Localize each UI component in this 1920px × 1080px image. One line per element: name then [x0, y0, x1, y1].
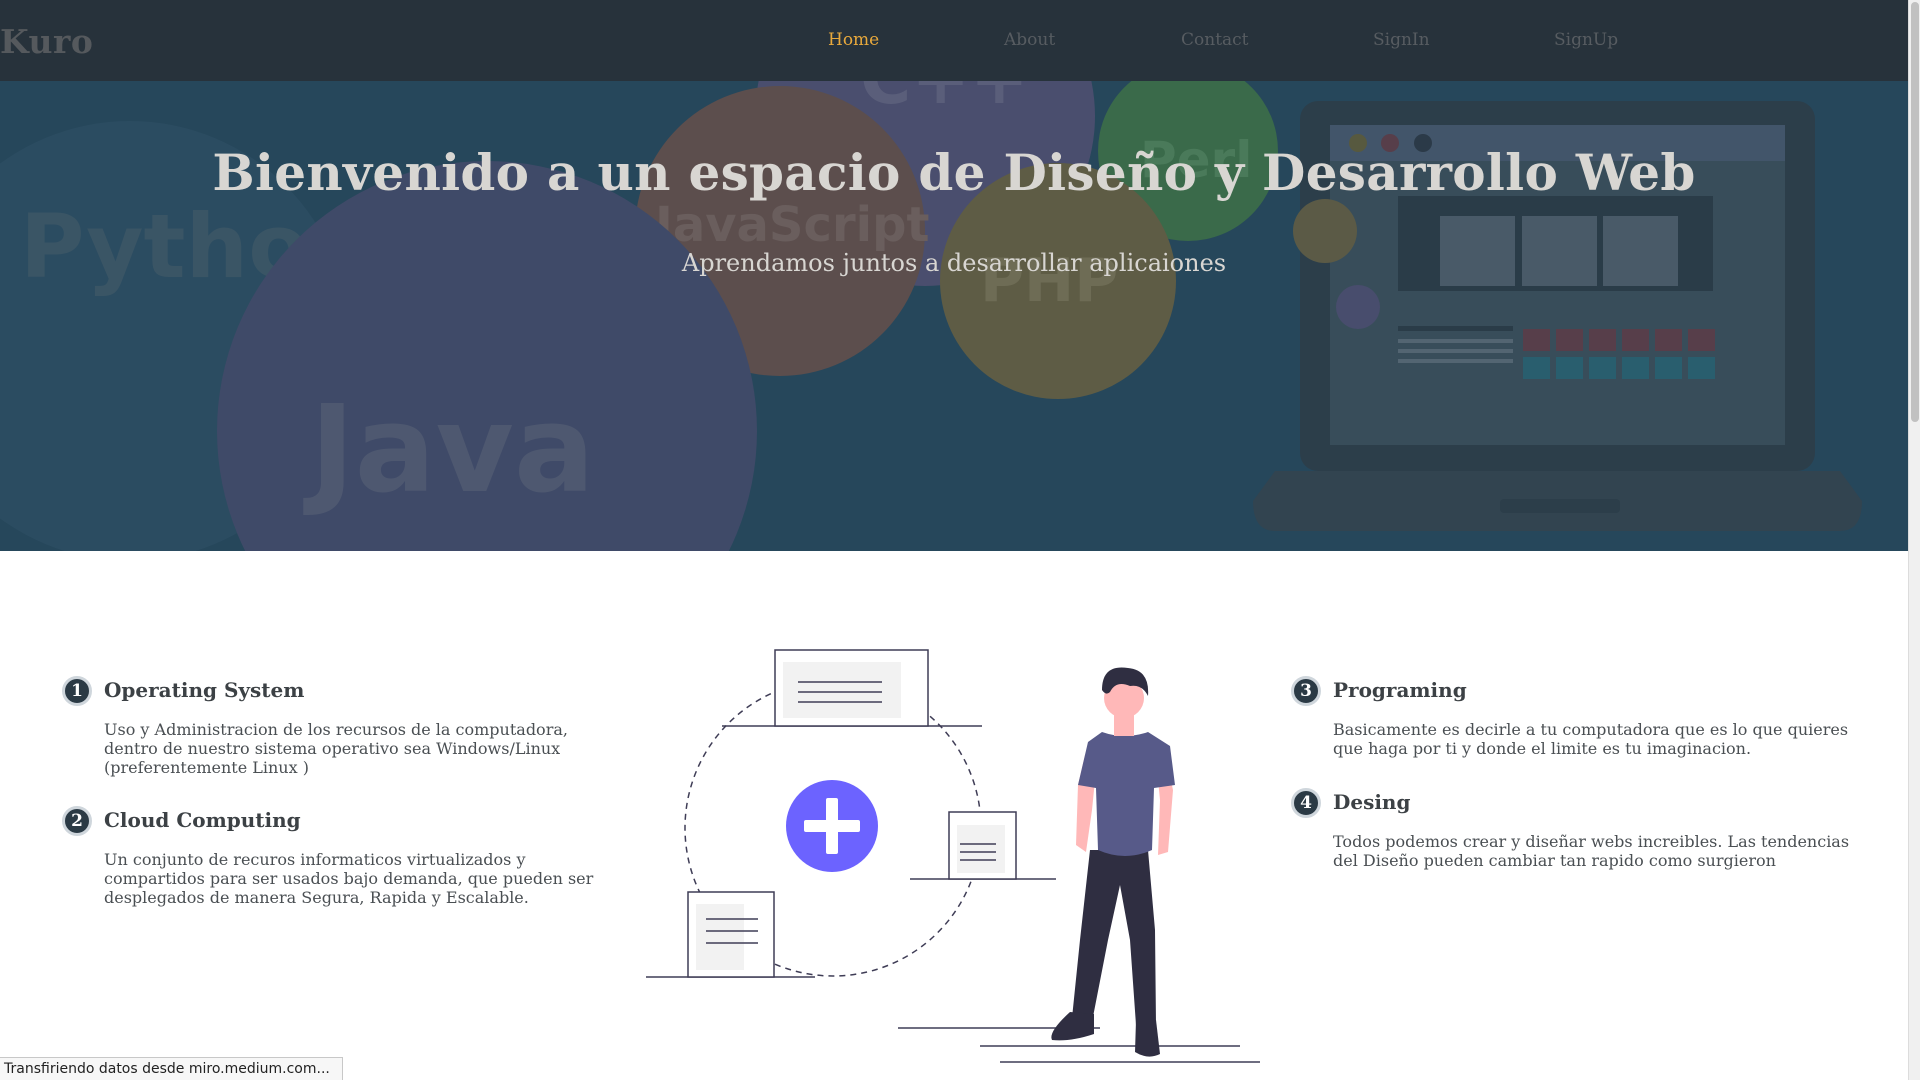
feature-description: Basicamente es decirle a tu computadora … [1333, 720, 1849, 758]
feature-description: Todos podemos crear y diseñar webs incre… [1333, 832, 1850, 870]
bg-word-javascript: JavaScript [652, 197, 929, 253]
bg-word-java: Java [303, 381, 595, 520]
feature-description: Uso y Administracion de los recursos de … [104, 720, 568, 777]
feature-description: Un conjunto de recuros informaticos virt… [104, 850, 594, 907]
nav-link-about[interactable]: About [1004, 30, 1055, 50]
bg-word-cpp: C++ [860, 81, 1029, 120]
vertical-scrollbar[interactable] [1908, 0, 1920, 1080]
scrollbar-thumb[interactable] [1911, 2, 1919, 422]
feature-number-badge: 2 [62, 806, 92, 836]
feature-number-badge: 4 [1291, 788, 1321, 818]
nav-link-signin[interactable]: SignIn [1373, 30, 1430, 50]
feature-number-badge: 1 [62, 676, 92, 706]
feature-title: Operating System [104, 678, 305, 702]
navbar: Kuro Home About Contact SignIn SignUp [0, 0, 1908, 81]
nav-link-signup[interactable]: SignUp [1554, 30, 1618, 50]
feature-title: Desing [1333, 790, 1411, 814]
feature-title: Programing [1333, 678, 1467, 702]
feature-number-badge: 3 [1291, 676, 1321, 706]
hero-subtitle: Aprendamos juntos a desarrollar aplicaio… [681, 249, 1227, 277]
nav-link-contact[interactable]: Contact [1181, 30, 1249, 50]
nav-link-home[interactable]: Home [828, 30, 879, 50]
feature-title: Cloud Computing [104, 808, 301, 832]
hero-banner: Python C++ JavaScript Perl PHP Java [0, 81, 1908, 551]
hero-title: Bienvenido a un espacio de Diseño y Desa… [212, 143, 1696, 202]
browser-status-bar: Transfiriendo datos desde miro.medium.co… [0, 1057, 343, 1080]
person-illustration [646, 649, 1260, 1063]
person [1051, 667, 1175, 1057]
brand-logo[interactable]: Kuro [0, 22, 93, 61]
